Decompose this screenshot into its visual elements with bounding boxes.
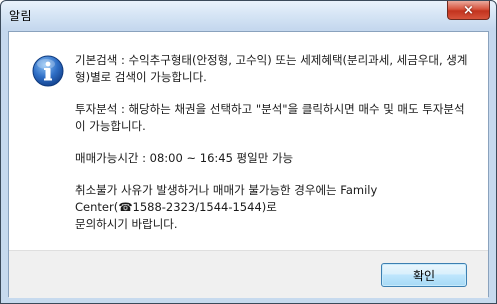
message-paragraph-investment-analysis: 투자분석 : 해당하는 채권을 선택하고 "분석"을 클릭하시면 매수 및 매도… [75,102,465,133]
button-bar: 확인 [9,250,488,298]
close-button[interactable]: × [447,1,490,20]
info-icon [32,55,64,87]
message-paragraph-basic-search: 기본검색 : 수익추구형태(안정형, 고수익) 또는 세제혜택(분리과세, 세금… [75,53,468,84]
alert-dialog: 알림 × 기본검색 : 수익추구형태(안정형, 고수익) 또는 세제혜택(분리과… [0,0,497,304]
title-bar[interactable]: 알림 × [1,1,496,29]
ok-button[interactable]: 확인 [381,263,467,287]
message-paragraph-trading-hours: 매매가능시간 : 08:00 ~ 16:45 평일만 가능 [75,151,294,165]
dialog-content: 기본검색 : 수익추구형태(안정형, 고수익) 또는 세제혜택(분리과세, 세금… [8,31,489,298]
dialog-title: 알림 [9,9,33,23]
message-paragraph-contact: 취소불가 사유가 발생하거나 매매가 불가능한 경우에는 Family Cent… [75,183,378,231]
close-icon: × [463,2,474,18]
message-body: 기본검색 : 수익추구형태(안정형, 고수익) 또는 세제혜택(분리과세, 세금… [75,52,470,248]
